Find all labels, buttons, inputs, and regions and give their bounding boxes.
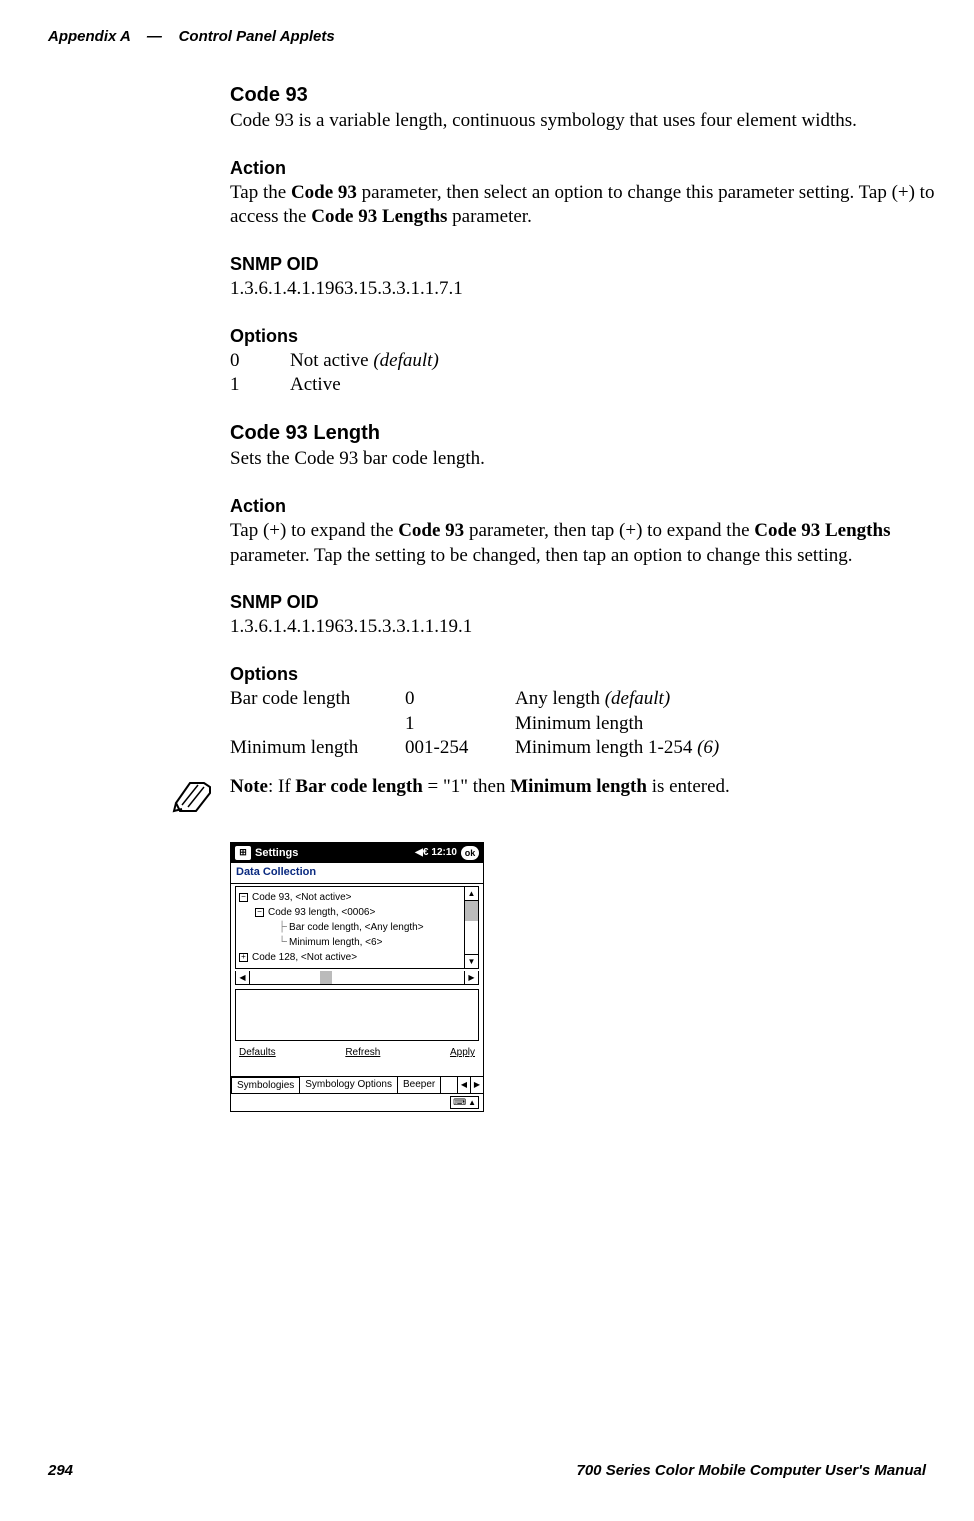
apply-button[interactable]: Apply xyxy=(450,1047,475,1058)
sip-button[interactable]: ⌨ ▲ xyxy=(450,1096,479,1109)
page-number: 294 xyxy=(48,1462,73,1479)
heading-action-2: Action xyxy=(230,496,954,517)
heading-options-1: Options xyxy=(230,326,954,347)
scroll-down-icon[interactable]: ▼ xyxy=(465,954,478,968)
tree-item-minimum-length[interactable]: └╴ Minimum length, <6> xyxy=(239,935,461,950)
option-key: 0 xyxy=(230,349,290,374)
action-2-text: Tap (+) to expand the Code 93 parameter,… xyxy=(230,519,954,568)
note-text: Note: If Bar code length = "1" then Mini… xyxy=(230,775,730,800)
ok-button[interactable]: ok xyxy=(461,846,479,860)
opt-cell: 1 xyxy=(405,712,515,737)
vertical-scrollbar[interactable]: ▲ ▼ xyxy=(464,887,478,968)
tree-item-barcode-length[interactable]: ├╴ Bar code length, <Any length> xyxy=(239,920,461,935)
tab-symbology-options[interactable]: Symbology Options xyxy=(299,1076,398,1093)
tree-collapse-icon[interactable]: − xyxy=(239,893,248,902)
scroll-thumb[interactable] xyxy=(320,971,332,984)
tree-item-code93[interactable]: − Code 93, <Not active> xyxy=(239,890,461,905)
heading-action-1: Action xyxy=(230,158,954,179)
tab-symbologies[interactable]: Symbologies xyxy=(231,1076,300,1093)
opt-cell: Bar code length xyxy=(230,687,405,712)
option-row: 1 Active xyxy=(230,373,954,398)
code93-desc: Code 93 is a variable length, continuous… xyxy=(230,109,954,134)
value-panel[interactable] xyxy=(235,989,479,1041)
device-screenshot: ⊞ Settings ◀€ 12:10 ok Data Collection −… xyxy=(230,842,484,1112)
opt-cell: Any length (default) xyxy=(515,687,954,712)
heading-snmp-1: SNMP OID xyxy=(230,254,954,275)
note-icon xyxy=(170,775,216,820)
snmp-2-value: 1.3.6.1.4.1.1963.15.3.3.1.1.19.1 xyxy=(230,615,954,640)
device-title: Settings xyxy=(255,847,298,859)
note-block: Note: If Bar code length = "1" then Mini… xyxy=(230,775,954,820)
opt-cell: 0 xyxy=(405,687,515,712)
heading-code93: Code 93 xyxy=(230,84,954,107)
option-row: 0 Not active (default) xyxy=(230,349,954,374)
scroll-up-icon[interactable]: ▲ xyxy=(465,887,478,901)
start-icon[interactable]: ⊞ xyxy=(235,846,251,860)
app-title: Data Collection xyxy=(231,863,483,884)
heading-snmp-2: SNMP OID xyxy=(230,592,954,613)
tree-collapse-icon[interactable]: − xyxy=(255,908,264,917)
action-1-text: Tap the Code 93 parameter, then select a… xyxy=(230,181,954,230)
heading-code93-length: Code 93 Length xyxy=(230,422,954,445)
device-time: 12:10 xyxy=(431,847,457,858)
sip-row: ⌨ ▲ xyxy=(231,1093,483,1111)
tree-item-code93-length[interactable]: − Code 93 length, <0006> xyxy=(239,905,461,920)
content-area: Code 93 Code 93 is a variable length, co… xyxy=(230,78,954,1112)
device-titlebar: ⊞ Settings ◀€ 12:10 ok xyxy=(231,843,483,863)
option-value: Active xyxy=(290,373,341,398)
tree-connector-icon: ├╴ xyxy=(279,920,289,935)
page-header: Appendix A — Control Panel Applets xyxy=(48,28,926,45)
button-row: Defaults Refresh Apply xyxy=(231,1043,483,1062)
footer-title: 700 Series Color Mobile Computer User's … xyxy=(577,1462,927,1479)
speaker-icon[interactable]: ◀€ xyxy=(415,847,428,858)
sip-up-icon: ▲ xyxy=(468,1098,476,1107)
tree-expand-icon[interactable]: + xyxy=(239,953,248,962)
page-footer: 294 700 Series Color Mobile Computer Use… xyxy=(48,1462,926,1479)
tab-scroll-right-icon[interactable]: ▶ xyxy=(470,1076,484,1093)
options-table: Bar code length 0 Any length (default) 1… xyxy=(230,687,954,761)
tab-beeper[interactable]: Beeper xyxy=(397,1076,441,1093)
tree-view[interactable]: − Code 93, <Not active> − Code 93 length… xyxy=(235,886,479,969)
refresh-button[interactable]: Refresh xyxy=(345,1047,380,1058)
defaults-button[interactable]: Defaults xyxy=(239,1047,276,1058)
tree-item-code128[interactable]: + Code 128, <Not active> xyxy=(239,950,461,965)
code93-length-desc: Sets the Code 93 bar code length. xyxy=(230,447,954,472)
option-key: 1 xyxy=(230,373,290,398)
horizontal-scrollbar[interactable]: ◀ ▶ xyxy=(235,971,479,985)
heading-options-2: Options xyxy=(230,664,954,685)
option-value: Not active (default) xyxy=(290,349,439,374)
tab-scroll-left-icon[interactable]: ◀ xyxy=(457,1076,471,1093)
opt-cell: Minimum length 1-254 (6) xyxy=(515,736,954,761)
header-sep: — xyxy=(147,28,162,45)
scroll-thumb[interactable] xyxy=(465,901,478,921)
opt-cell xyxy=(230,712,405,737)
header-title: Control Panel Applets xyxy=(179,28,335,45)
keyboard-icon: ⌨ xyxy=(453,1097,466,1108)
opt-cell: Minimum length xyxy=(515,712,954,737)
opt-cell: Minimum length xyxy=(230,736,405,761)
opt-cell: 001-254 xyxy=(405,736,515,761)
scroll-left-icon[interactable]: ◀ xyxy=(236,971,250,984)
snmp-1-value: 1.3.6.1.4.1.1963.15.3.3.1.1.7.1 xyxy=(230,277,954,302)
tree-connector-icon: └╴ xyxy=(279,935,289,950)
header-appendix: Appendix A xyxy=(48,28,130,45)
tab-bar: Symbologies Symbology Options Beeper ◀ ▶ xyxy=(231,1076,483,1093)
scroll-right-icon[interactable]: ▶ xyxy=(464,971,478,984)
